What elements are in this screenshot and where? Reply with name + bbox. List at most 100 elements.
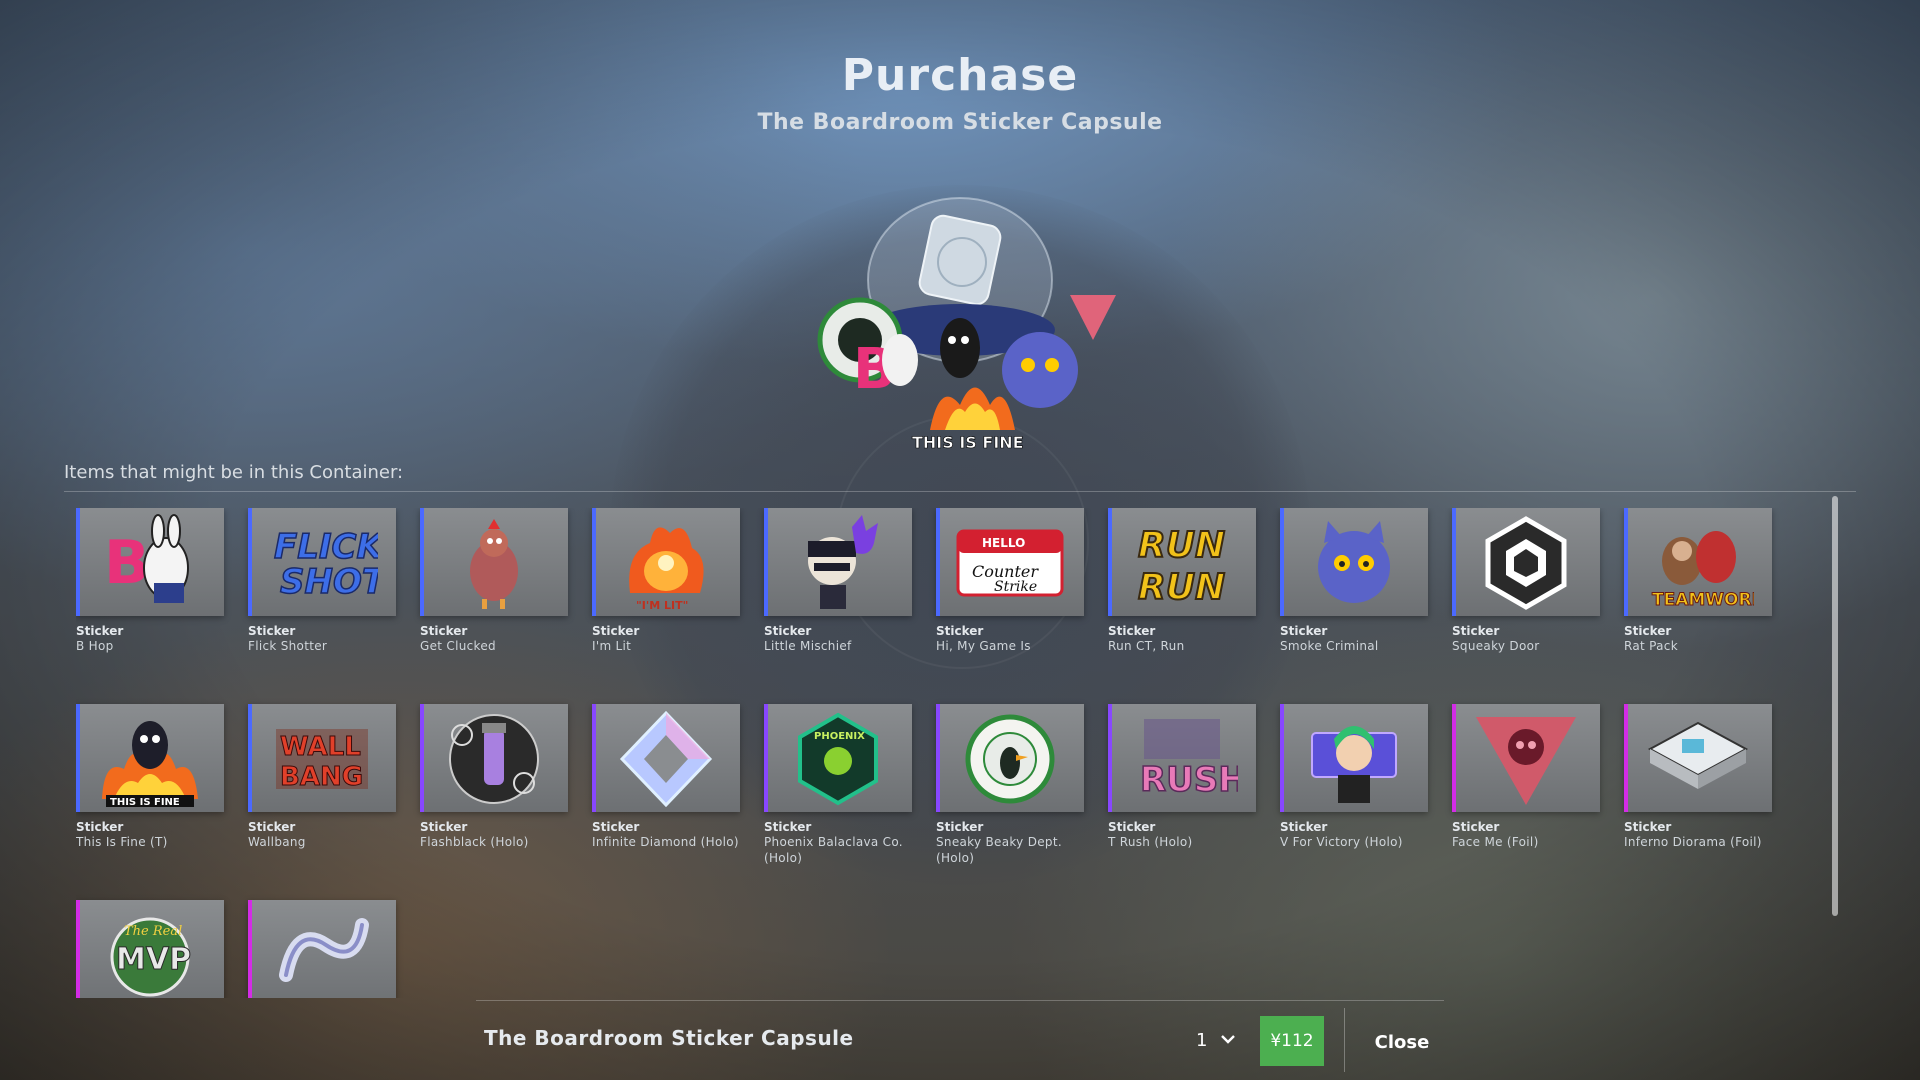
item-tile[interactable]: RUN RUN Sticker Run CT, Run — [1108, 508, 1256, 654]
item-tile[interactable]: B Sticker B Hop — [76, 508, 224, 654]
item-name: Run CT, Run — [1108, 639, 1185, 653]
item-tile[interactable]: PHOENIX Sticker Phoenix Balaclava Co. (Hol… — [764, 704, 912, 866]
item-thumbnail: "I'M LIT" — [592, 508, 740, 616]
rarity-bar — [76, 900, 80, 998]
item-thumbnail: FLICK SHOT — [248, 508, 396, 616]
item-name: Squeaky Door — [1452, 639, 1540, 653]
item-thumbnail: RUSH — [1108, 704, 1256, 812]
sticker-capsule-image: B THIS IS FINE — [817, 197, 1116, 452]
item-tile[interactable]: Sticker Flashblack (Holo) — [420, 704, 568, 850]
item-tile[interactable]: Sticker Squeaky Door — [1452, 508, 1600, 654]
item-tile[interactable]: Sticker Inferno Diorama (Foil) — [1624, 704, 1772, 850]
item-thumbnail — [1452, 508, 1600, 616]
rarity-bar — [936, 508, 940, 616]
footer-item-name: The Boardroom Sticker Capsule — [484, 1026, 854, 1050]
item-kind: Sticker — [592, 624, 640, 638]
item-thumbnail: B — [76, 508, 224, 616]
svg-text:TEAMWORK: TEAMWORK — [1652, 590, 1754, 610]
quantity-value: 1 — [1196, 1030, 1208, 1051]
svg-text:PHOENIX: PHOENIX — [814, 731, 865, 742]
item-kind: Sticker — [76, 820, 124, 834]
item-name: Phoenix Balaclava Co. (Holo) — [764, 835, 903, 865]
items-section-label: Items that might be in this Container: — [64, 462, 404, 483]
item-tile[interactable]: Sticker V For Victory (Holo) — [1280, 704, 1428, 850]
item-name: Infinite Diamond (Holo) — [592, 835, 739, 849]
page-title: Purchase — [841, 50, 1079, 101]
item-thumbnail — [1280, 508, 1428, 616]
svg-text:The Real: The Real — [124, 924, 182, 939]
item-tile[interactable]: TEAMWORK Sticker Rat Pack — [1624, 508, 1772, 654]
rarity-bar — [1280, 508, 1284, 616]
item-name: Smoke Criminal — [1280, 639, 1379, 653]
rarity-bar — [248, 704, 252, 812]
item-tile[interactable]: Sticker Get Clucked — [420, 508, 568, 654]
item-name: T Rush (Holo) — [1108, 835, 1193, 849]
item-name: Sneaky Beaky Dept. (Holo) — [936, 835, 1062, 865]
item-thumbnail — [420, 704, 568, 812]
item-tile[interactable] — [248, 900, 396, 998]
footer-divider — [476, 1000, 1444, 1001]
rarity-bar — [1452, 508, 1456, 616]
rarity-bar — [1280, 704, 1284, 812]
item-tile[interactable]: Sticker Smoke Criminal — [1280, 508, 1428, 654]
item-kind: Sticker — [420, 820, 468, 834]
rarity-bar — [936, 704, 940, 812]
item-thumbnail — [936, 704, 1084, 812]
rarity-bar — [248, 508, 252, 616]
item-tile[interactable]: WALL BANG Sticker Wallbang — [248, 704, 396, 850]
item-kind: Sticker — [1452, 624, 1500, 638]
item-tile[interactable]: FLICK SHOT Sticker Flick Shotter — [248, 508, 396, 654]
item-thumbnail: TEAMWORK — [1624, 508, 1772, 616]
svg-text:Strike: Strike — [994, 579, 1037, 595]
rarity-bar — [1108, 704, 1112, 812]
rarity-bar — [1624, 508, 1628, 616]
item-kind: Sticker — [764, 820, 812, 834]
item-thumbnail — [1624, 704, 1772, 812]
item-name: Get Clucked — [420, 639, 496, 653]
item-tile[interactable]: THIS IS FINE Sticker This Is Fine (T) — [76, 704, 224, 850]
svg-text:SHOT: SHOT — [280, 562, 378, 602]
items-divider — [64, 491, 1856, 492]
svg-text:RUSH: RUSH — [1140, 760, 1238, 800]
item-tile[interactable]: MVP The Real — [76, 900, 224, 998]
item-kind: Sticker — [1624, 624, 1672, 638]
item-thumbnail: WALL BANG — [248, 704, 396, 812]
item-tile[interactable]: HELLO Counter Strike Sticker Hi, My Game Is — [936, 508, 1084, 654]
item-name: B Hop — [76, 639, 114, 653]
item-thumbnail: MVP The Real — [76, 900, 224, 998]
item-kind: Sticker — [764, 624, 812, 638]
item-kind: Sticker — [1280, 820, 1328, 834]
item-kind: Sticker — [1624, 820, 1672, 834]
svg-text:RUN: RUN — [1138, 567, 1225, 608]
item-tile[interactable]: Sticker Face Me (Foil) — [1452, 704, 1600, 850]
item-name: Rat Pack — [1624, 639, 1678, 653]
rarity-bar — [420, 704, 424, 812]
quantity-select[interactable]: 1 — [1188, 1026, 1242, 1056]
close-button[interactable]: Close — [1360, 1022, 1444, 1062]
item-tile[interactable]: Sticker Little Mischief — [764, 508, 912, 654]
item-name: Inferno Diorama (Foil) — [1624, 835, 1762, 849]
item-tile[interactable]: Sticker Sneaky Beaky Dept. (Holo) — [936, 704, 1084, 866]
rarity-bar — [592, 704, 596, 812]
rarity-bar — [1452, 704, 1456, 812]
item-kind: Sticker — [248, 820, 296, 834]
item-tile[interactable]: "I'M LIT" Sticker I'm Lit — [592, 508, 740, 654]
item-thumbnail — [592, 704, 740, 812]
item-thumbnail — [1280, 704, 1428, 812]
item-grid: B Sticker B Hop FLICK SHOT Sticker Flick Shott… — [76, 508, 1836, 998]
rarity-bar — [76, 508, 80, 616]
item-tile[interactable]: Sticker Infinite Diamond (Holo) — [592, 704, 740, 850]
item-kind: Sticker — [248, 624, 296, 638]
item-kind: Sticker — [76, 624, 124, 638]
item-tile[interactable]: RUSH Sticker T Rush (Holo) — [1108, 704, 1256, 850]
svg-text:HELLO: HELLO — [982, 536, 1025, 550]
item-name: This Is Fine (T) — [76, 835, 168, 849]
svg-text:THIS IS FINE: THIS IS FINE — [912, 433, 1024, 452]
svg-text:BANG: BANG — [280, 762, 363, 792]
item-name: Flashblack (Holo) — [420, 835, 529, 849]
svg-text:THIS IS FINE: THIS IS FINE — [110, 797, 180, 807]
item-kind: Sticker — [936, 624, 984, 638]
buy-price-button[interactable]: ¥112 — [1260, 1016, 1324, 1066]
scrollbar-thumb[interactable] — [1832, 496, 1838, 916]
svg-text:B: B — [104, 528, 150, 598]
